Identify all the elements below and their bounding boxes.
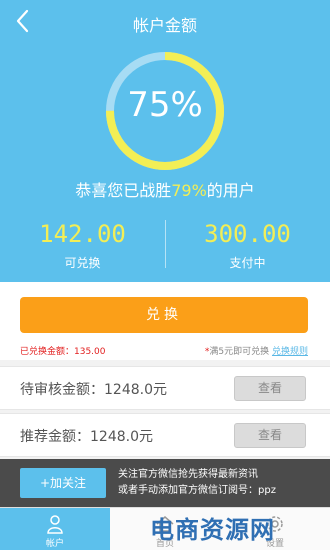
pending-row: 待审核金额：1248.0元 查看	[0, 366, 330, 410]
congrats-highlight: 79%	[171, 181, 207, 200]
exchanged-amount: 已兑换金额：135.00	[20, 347, 106, 357]
paying-label: 支付中	[229, 256, 266, 270]
page-title: 帐户金额	[132, 16, 197, 35]
exchange-button[interactable]: 兑换	[20, 297, 308, 333]
hint-text: 满5元即可兑换	[209, 347, 270, 357]
redeemable-label: 可兑换	[64, 256, 101, 270]
follow-bar: +加关注 关注官方微信抢先获得最新资讯 或者手动添加官方微信订阅号：ppz	[0, 459, 330, 507]
congrats-prefix: 恭喜您已战胜	[75, 181, 172, 200]
referral-amount-label: 推荐金额：1248.0元	[20, 429, 153, 445]
watermark: 电商资源网	[150, 516, 275, 544]
progress-percent: 75%	[127, 85, 203, 125]
exchange-rules-link[interactable]: 兑换规则	[272, 347, 308, 357]
referral-row: 推荐金额：1248.0元 查看	[0, 413, 330, 457]
pending-amount-label: 待审核金额：1248.0元	[20, 382, 167, 398]
referral-view-button[interactable]: 查看	[234, 423, 306, 448]
follow-line-2: 或者手动添加官方微信订阅号：ppz	[118, 485, 276, 496]
congrats-suffix: 的用户	[206, 181, 255, 200]
pending-view-button[interactable]: 查看	[234, 376, 306, 401]
redeemable-amount: 142.00	[39, 220, 126, 248]
redeemable-stat: 142.00 可兑换	[0, 220, 165, 271]
exchange-hint: *满5元即可兑换 兑换规则	[205, 344, 308, 357]
congrats-text: 恭喜您已战胜79%的用户	[0, 177, 330, 201]
paying-amount: 300.00	[204, 220, 291, 248]
nav-label-account: 帐户	[45, 539, 64, 549]
follow-line-1: 关注官方微信抢先获得最新资讯	[118, 469, 258, 480]
paying-stat: 300.00 支付中	[165, 220, 330, 271]
follow-button[interactable]: +加关注	[20, 468, 106, 498]
nav-item-account[interactable]: 帐户	[0, 508, 110, 550]
follow-text: 关注官方微信抢先获得最新资讯 或者手动添加官方微信订阅号：ppz	[118, 467, 276, 499]
user-icon	[47, 515, 63, 534]
